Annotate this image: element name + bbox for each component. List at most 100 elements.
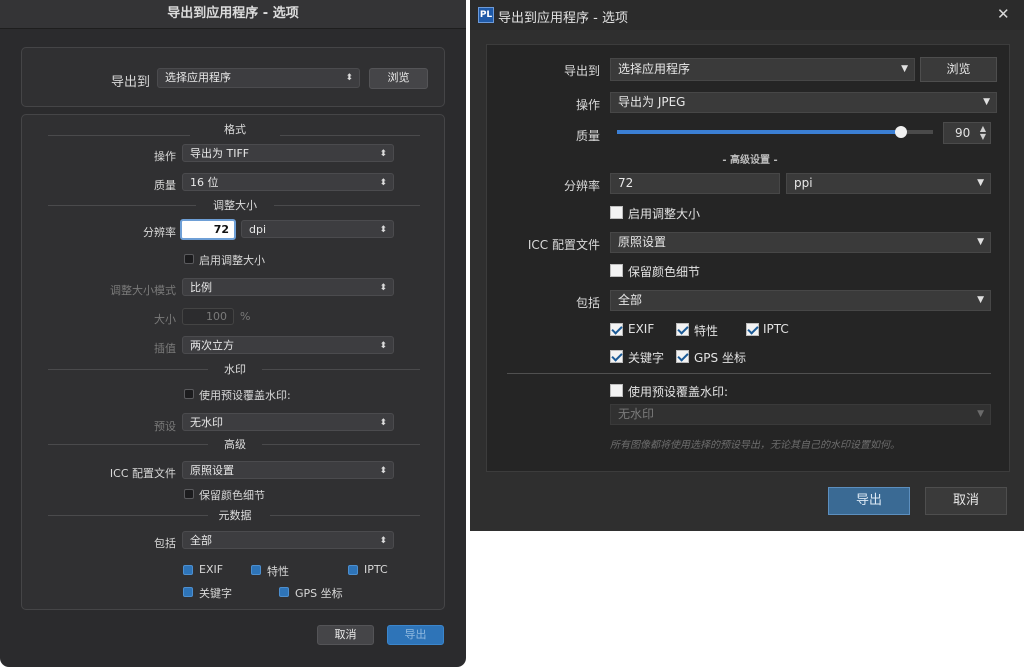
preserve-color-checkbox[interactable] (184, 489, 194, 499)
app-select[interactable]: 选择应用程序 ▼ (610, 58, 915, 81)
use-watermark-checkbox[interactable] (610, 384, 623, 397)
iptc-checkbox[interactable] (348, 565, 358, 575)
right-export-dialog: PL 导出到应用程序 - 选项 ✕ 导出到 选择应用程序 ▼ 浏览 操作 导出为… (470, 0, 1024, 531)
quality-select-value: 16 位 (190, 176, 219, 189)
resolution-input[interactable]: 72 (180, 219, 236, 240)
size-unit: % (240, 310, 251, 323)
select-arrows-icon: ⬍ (379, 225, 387, 235)
iptc-label: IPTC (763, 322, 789, 336)
operation-label: 操作 (154, 150, 176, 163)
props-checkbox[interactable] (251, 565, 261, 575)
left-title: 导出到应用程序 - 选项 (0, 0, 466, 29)
operation-select[interactable]: 导出为 TIFF ⬍ (182, 144, 394, 162)
quality-spinbox[interactable]: 90 ▲ ▼ (943, 122, 991, 144)
icc-label: ICC 配置文件 (527, 238, 600, 252)
quality-slider-track[interactable] (617, 126, 933, 138)
include-label: 包括 (575, 296, 600, 310)
app-select-value: 选择应用程序 (165, 71, 231, 84)
select-arrows-icon: ⬍ (379, 536, 387, 546)
size-label: 大小 (154, 313, 176, 326)
keywords-checkbox[interactable] (183, 587, 193, 597)
watermark-header: 水印 (224, 363, 246, 376)
browse-button[interactable]: 浏览 (920, 57, 997, 82)
resolution-label: 分辨率 (563, 179, 600, 193)
operation-select[interactable]: 导出为 JPEG ▼ (610, 92, 997, 113)
chevron-down-icon: ▼ (901, 64, 908, 74)
select-arrows-icon: ⬍ (379, 178, 387, 188)
preserve-color-checkbox[interactable] (610, 264, 623, 277)
iptc-checkbox[interactable] (746, 323, 759, 336)
gps-checkbox[interactable] (279, 587, 289, 597)
quality-select[interactable]: 16 位 ⬍ (182, 173, 394, 191)
keywords-checkbox[interactable] (610, 350, 623, 363)
export-to-label: 导出到 (110, 75, 150, 90)
include-label: 包括 (154, 537, 176, 550)
chevron-down-icon: ▼ (977, 237, 984, 247)
operation-select-value: 导出为 TIFF (190, 147, 250, 160)
chevron-down-icon: ▼ (983, 97, 990, 107)
cancel-button[interactable]: 取消 (317, 625, 374, 645)
resolution-unit-select[interactable]: dpi ⬍ (241, 220, 394, 238)
resolution-input[interactable]: 72 (610, 173, 780, 194)
exif-checkbox[interactable] (183, 565, 193, 575)
use-watermark-label: 使用预设覆盖水印: (199, 389, 291, 402)
select-arrows-icon: ⬍ (379, 149, 387, 159)
spin-arrows-icon[interactable]: ▲ ▼ (980, 125, 986, 141)
keywords-label: 关键字 (628, 351, 665, 365)
cancel-button[interactable]: 取消 (925, 487, 1007, 515)
divider (507, 373, 991, 374)
divider (48, 135, 190, 136)
operation-label: 操作 (575, 98, 600, 112)
divider (48, 369, 208, 370)
interpolation-select[interactable]: 两次立方 ⬍ (182, 336, 394, 354)
watermark-value: 无水印 (618, 407, 655, 421)
divider (48, 205, 196, 206)
icc-select[interactable]: 原照设置 ▼ (610, 232, 991, 253)
chevron-down-icon: ▼ (977, 409, 984, 419)
icc-label: ICC 配置文件 (109, 467, 176, 480)
preset-label: 预设 (154, 420, 176, 433)
preset-value: 无水印 (190, 416, 223, 429)
include-select[interactable]: 全部 ⬍ (182, 531, 394, 549)
enable-resize-checkbox[interactable] (610, 206, 623, 219)
divider (48, 444, 208, 445)
props-checkbox[interactable] (676, 323, 689, 336)
quality-label: 质量 (575, 129, 600, 143)
browse-button[interactable]: 浏览 (369, 68, 428, 89)
select-arrows-icon: ⬍ (379, 283, 387, 293)
operation-select-value: 导出为 JPEG (618, 95, 686, 109)
close-icon[interactable]: ✕ (997, 5, 1010, 23)
preset-select[interactable]: 无水印 ⬍ (182, 413, 394, 431)
include-select[interactable]: 全部 ▼ (610, 290, 991, 311)
metadata-header: 元数据 (218, 509, 252, 522)
resolution-unit-select[interactable]: ppi ▼ (786, 173, 991, 194)
exif-label: EXIF (199, 563, 224, 576)
gps-checkbox[interactable] (676, 350, 689, 363)
resize-header: 调整大小 (213, 199, 257, 212)
exif-label: EXIF (628, 322, 655, 336)
interpolation-label: 插值 (154, 342, 176, 355)
size-input-value: 100 (206, 310, 227, 323)
export-button[interactable]: 导出 (828, 487, 910, 515)
left-export-dialog: 导出到应用程序 - 选项 导出到 选择应用程序 ⬍ 浏览 格式 操作 导出为 T… (0, 0, 466, 667)
exif-checkbox[interactable] (610, 323, 623, 336)
export-button[interactable]: 导出 (387, 625, 444, 645)
app-select[interactable]: 选择应用程序 ⬍ (157, 68, 360, 88)
preserve-color-label: 保留颜色细节 (628, 265, 701, 279)
use-watermark-checkbox[interactable] (184, 389, 194, 399)
watermark-select[interactable]: 无水印 ▼ (610, 404, 991, 425)
size-input[interactable]: 100 (182, 308, 234, 325)
resize-mode-label: 调整大小模式 (110, 284, 176, 297)
props-label: 特性 (694, 324, 719, 338)
interpolation-value: 两次立方 (190, 339, 234, 352)
right-title: 导出到应用程序 - 选项 (498, 11, 628, 26)
enable-resize-checkbox[interactable] (184, 254, 194, 264)
resize-mode-select[interactable]: 比例 ⬍ (182, 278, 394, 296)
props-label: 特性 (267, 565, 289, 578)
resolution-input-value: 72 (618, 176, 634, 190)
icc-select[interactable]: 原照设置 ⬍ (182, 461, 394, 479)
resolution-input-value: 72 (213, 223, 229, 236)
divider (270, 515, 420, 516)
icc-value: 原照设置 (190, 464, 234, 477)
quality-slider-fill (617, 130, 902, 134)
